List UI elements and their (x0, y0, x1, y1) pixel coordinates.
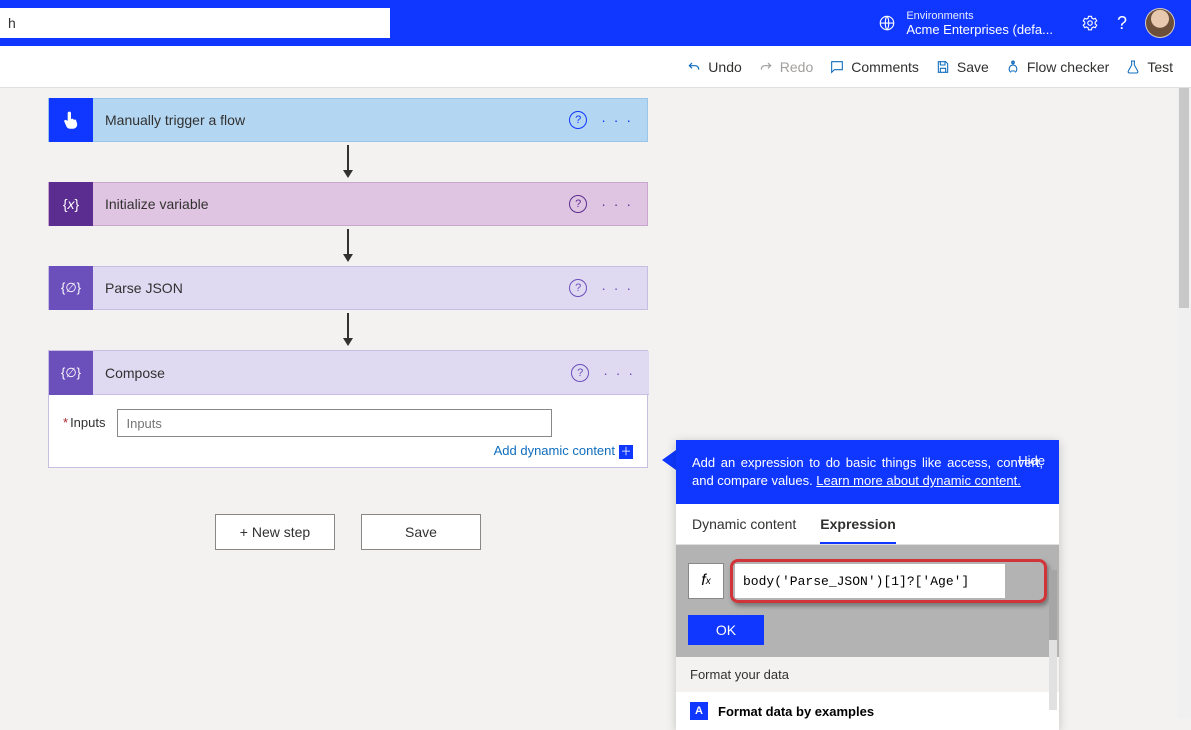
expression-area: fx OK (676, 545, 1059, 657)
step-compose: {∅} Compose ? · · · *Inputs Add dynamic … (48, 350, 648, 468)
more-icon[interactable]: · · · (601, 196, 633, 212)
learn-more-link[interactable]: Learn more about dynamic content. (816, 473, 1021, 488)
help-icon[interactable]: ? (569, 111, 587, 129)
new-step-button[interactable]: + New step (215, 514, 335, 550)
flow-checker-button[interactable]: Flow checker (1005, 59, 1109, 75)
more-icon[interactable]: · · · (603, 365, 635, 381)
bottom-buttons: + New step Save (48, 514, 648, 550)
undo-button[interactable]: Undo (686, 59, 741, 75)
step-title: Initialize variable (93, 196, 569, 212)
redo-button: Redo (758, 59, 813, 75)
ok-button[interactable]: OK (688, 615, 764, 645)
expression-input[interactable] (735, 564, 1005, 598)
step-initialize-variable[interactable]: {x} Initialize variable ? · · · (48, 182, 648, 226)
panel-header: Add an expression to do basic things lik… (676, 440, 1059, 504)
save-flow-button[interactable]: Save (361, 514, 481, 550)
step-trigger[interactable]: Manually trigger a flow ? · · · (48, 98, 648, 142)
tab-dynamic-content[interactable]: Dynamic content (692, 516, 796, 544)
help-icon[interactable]: ? (571, 364, 589, 382)
step-title: Compose (93, 365, 571, 381)
dynamic-content-panel: Add an expression to do basic things lik… (676, 440, 1059, 730)
fx-icon: fx (688, 563, 724, 599)
compose-inputs-field[interactable] (117, 409, 552, 437)
more-icon[interactable]: · · · (601, 280, 633, 296)
plus-icon: ＋ (619, 445, 633, 459)
gear-icon[interactable] (1081, 14, 1099, 32)
connector-arrow (48, 226, 648, 266)
data-operation-icon: {∅} (49, 266, 93, 310)
help-icon[interactable]: ? (569, 195, 587, 213)
step-title: Manually trigger a flow (93, 112, 569, 128)
avatar[interactable] (1145, 8, 1175, 38)
panel-tabs: Dynamic content Expression (676, 504, 1059, 545)
variable-icon: {x} (49, 182, 93, 226)
touch-icon (49, 98, 93, 142)
step-title: Parse JSON (93, 280, 569, 296)
add-dynamic-content-link[interactable]: Add dynamic content＋ (63, 443, 633, 459)
format-icon: A (690, 702, 708, 720)
comments-button[interactable]: Comments (829, 59, 919, 75)
help-icon[interactable]: ? (1117, 13, 1127, 34)
more-icon[interactable]: · · · (601, 112, 633, 128)
tab-expression[interactable]: Expression (820, 516, 895, 544)
env-name: Acme Enterprises (defa... (906, 23, 1053, 37)
environment-picker[interactable]: Environments Acme Enterprises (defa... (866, 9, 1065, 37)
page-scrollbar[interactable] (1177, 88, 1191, 718)
environment-icon (878, 14, 896, 32)
help-icon[interactable]: ? (569, 279, 587, 297)
panel-scrollbar[interactable] (1049, 570, 1057, 710)
panel-pointer (662, 450, 676, 470)
data-operation-icon: {∅} (49, 351, 93, 395)
top-bar: h Environments Acme Enterprises (defa...… (0, 0, 1191, 46)
search-input[interactable]: h (0, 8, 390, 38)
step-parse-json[interactable]: {∅} Parse JSON ? · · · (48, 266, 648, 310)
connector-arrow (48, 310, 648, 350)
test-button[interactable]: Test (1125, 59, 1173, 75)
format-data-by-examples[interactable]: A Format data by examples (676, 692, 1059, 730)
env-label: Environments (906, 9, 1053, 23)
search-value: h (8, 15, 16, 31)
hide-panel-button[interactable]: Hide (1018, 452, 1045, 470)
action-toolbar: Undo Redo Comments Save Flow checker Tes… (0, 46, 1191, 88)
connector-arrow (48, 142, 648, 182)
step-compose-header[interactable]: {∅} Compose ? · · · (49, 351, 649, 395)
save-button[interactable]: Save (935, 59, 989, 75)
inputs-label: *Inputs (63, 409, 105, 430)
format-data-header: Format your data (676, 657, 1059, 692)
